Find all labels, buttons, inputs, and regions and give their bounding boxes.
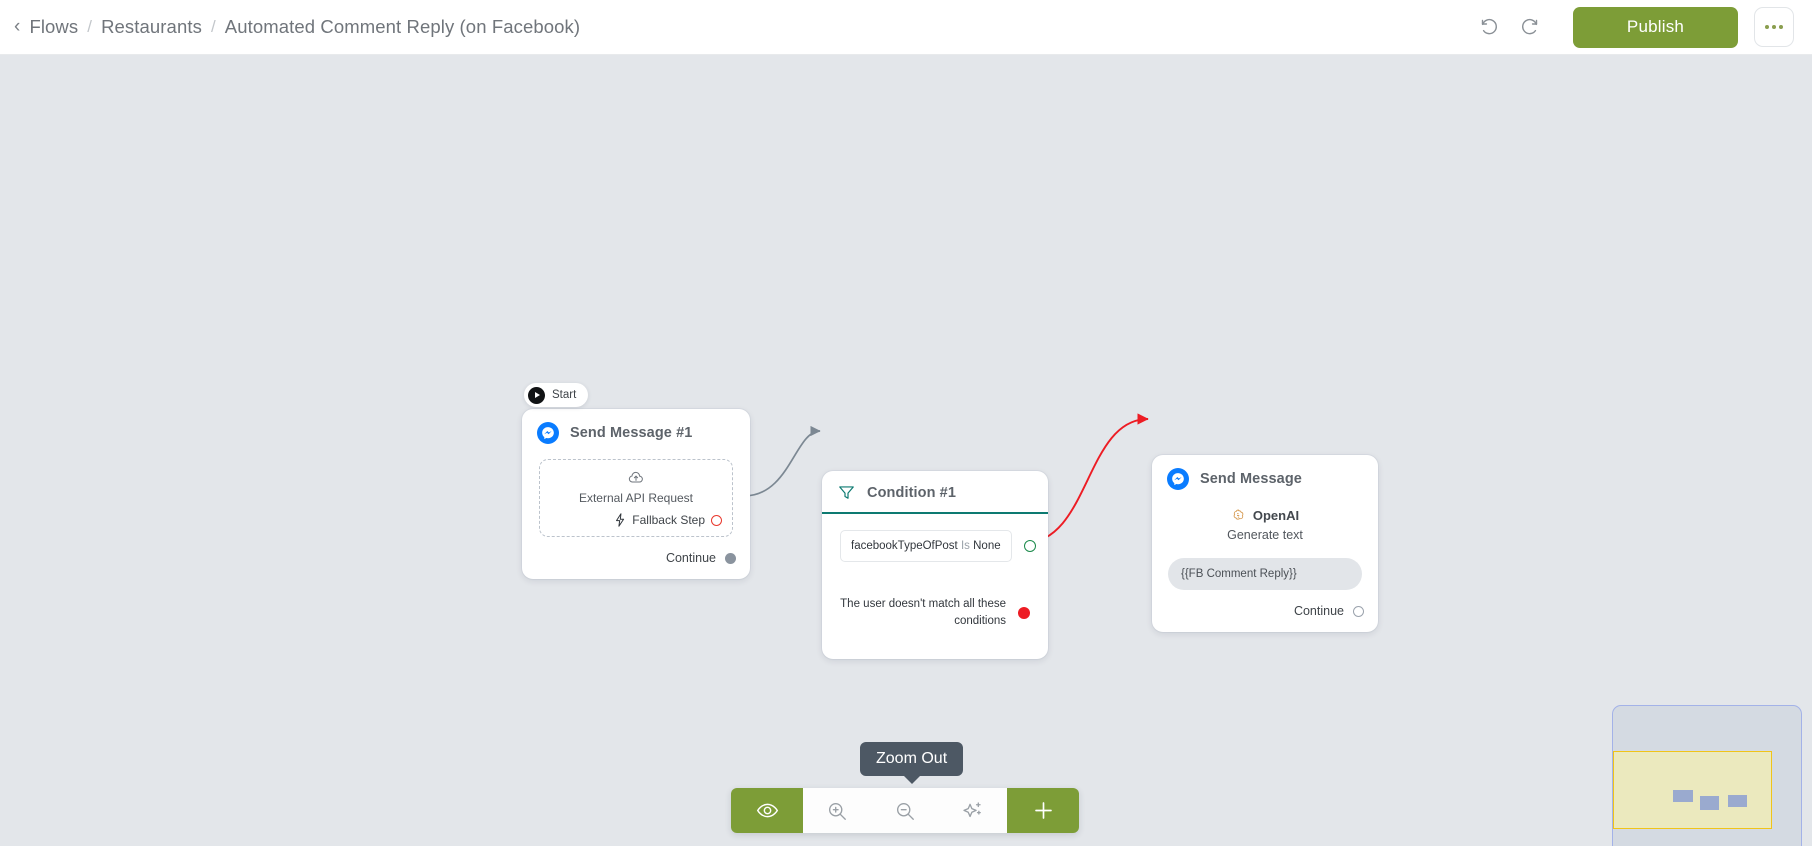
edge-send1-to-condition: [743, 425, 821, 497]
sparkle-icon: [962, 802, 981, 818]
node-body: OpenAI Generate text {{FB Comment Reply}…: [1152, 502, 1378, 590]
node-body: facebookTypeOfPost Is None: [822, 514, 1048, 562]
breadcrumb: ‹ Flows / Restaurants / Automated Commen…: [14, 16, 580, 38]
breadcrumb-item-current: Automated Comment Reply (on Facebook): [224, 16, 581, 37]
openai-icon: [1233, 509, 1244, 520]
zoom-out-button[interactable]: [871, 788, 939, 833]
node-title: Condition #1: [867, 484, 956, 501]
integration-row: OpenAI: [1168, 508, 1362, 523]
start-label: Start: [552, 389, 577, 401]
node-condition-1[interactable]: Condition #1 facebookTypeOfPost Is None …: [822, 471, 1048, 660]
message-bubble[interactable]: {{FB Comment Reply}}: [1168, 558, 1362, 590]
zoom-out-icon: [896, 802, 914, 820]
flow-edges: [743, 413, 1149, 544]
more-horizontal-icon: [1765, 25, 1769, 29]
top-bar: ‹ Flows / Restaurants / Automated Commen…: [0, 0, 1812, 55]
condition-field: facebookTypeOfPost: [851, 540, 958, 552]
more-horizontal-icon: [1779, 25, 1783, 29]
ai-magic-button[interactable]: [939, 788, 1007, 833]
back-chevron-icon[interactable]: ‹: [14, 17, 20, 36]
canvas-toolbar: [731, 788, 1079, 833]
node-footer-continue[interactable]: Continue: [522, 537, 750, 579]
condition-expression[interactable]: facebookTypeOfPost Is None: [840, 530, 1012, 562]
flow-canvas[interactable]: Start Send Message #1 External API Reque…: [0, 55, 1812, 846]
zoom-out-tooltip: Zoom Out: [860, 742, 964, 776]
more-options-button[interactable]: [1754, 7, 1794, 47]
breadcrumb-item-restaurants[interactable]: Restaurants: [101, 16, 202, 38]
condition-fallback-port-red-dot[interactable]: [1018, 606, 1030, 619]
more-horizontal-icon: [1772, 25, 1776, 29]
fallback-port-red-ring[interactable]: [711, 514, 722, 526]
minimap[interactable]: [1612, 705, 1802, 846]
publish-button[interactable]: Publish: [1573, 6, 1738, 48]
integration-name: OpenAI: [1252, 508, 1300, 523]
node-title: Send Message #1: [570, 425, 693, 441]
condition-fallback-label: The user doesn't match all these conditi…: [840, 598, 1006, 627]
condition-fallback-row[interactable]: The user doesn't match all these conditi…: [822, 596, 1048, 629]
external-api-request-block[interactable]: External API Request Fallback Step: [539, 459, 733, 537]
play-icon: [528, 386, 545, 404]
condition-value: None: [973, 540, 1001, 552]
add-step-button[interactable]: [1007, 788, 1079, 833]
condition-row[interactable]: facebookTypeOfPost Is None: [840, 530, 1036, 562]
node-title: Send Message: [1200, 471, 1302, 487]
node-body: External API Request Fallback Step: [522, 456, 750, 537]
redo-icon: [1521, 18, 1537, 34]
top-bar-actions: Publish: [1469, 6, 1794, 48]
breadcrumb-separator: /: [210, 17, 216, 36]
continue-port-gray-dot[interactable]: [725, 552, 736, 564]
cloud-upload-icon: [628, 471, 643, 483]
minimap-node: [1673, 790, 1693, 802]
node-send-message-1[interactable]: Send Message #1 External API Request Fal…: [522, 409, 750, 579]
start-node[interactable]: Start: [524, 383, 589, 407]
node-header: Send Message #1: [522, 409, 750, 456]
minimap-node: [1700, 796, 1719, 810]
condition-operator: Is: [960, 540, 970, 552]
fallback-step-label: Fallback Step: [632, 513, 705, 527]
messenger-icon: [537, 422, 559, 444]
continue-label: Continue: [1293, 604, 1344, 618]
continue-port-gray-ring[interactable]: [1353, 605, 1364, 617]
external-api-request-label: External API Request: [578, 491, 694, 505]
redo-button[interactable]: [1509, 7, 1549, 47]
minimap-node: [1728, 795, 1747, 807]
undo-icon: [1481, 18, 1497, 34]
breadcrumb-item-flows[interactable]: Flows: [29, 16, 78, 38]
node-send-message-2[interactable]: Send Message OpenAI Generate text {{FB C…: [1152, 455, 1378, 632]
condition-port-green-ring[interactable]: [1023, 540, 1036, 552]
zoom-in-button[interactable]: [803, 788, 871, 833]
eye-icon: [756, 803, 778, 818]
continue-label: Continue: [665, 551, 716, 565]
undo-button[interactable]: [1469, 7, 1509, 47]
filter-funnel-icon: [839, 486, 854, 499]
lightning-icon: [616, 513, 625, 527]
fallback-step-row[interactable]: Fallback Step: [550, 513, 722, 527]
node-footer-continue[interactable]: Continue: [1152, 590, 1378, 632]
node-header: Condition #1: [822, 471, 1048, 514]
zoom-in-icon: [828, 802, 846, 820]
plus-icon: [1034, 802, 1052, 819]
messenger-icon: [1167, 468, 1189, 490]
preview-button[interactable]: [731, 788, 803, 833]
integration-action-label: Generate text: [1227, 528, 1303, 542]
node-header: Send Message: [1152, 455, 1378, 502]
breadcrumb-separator: /: [87, 17, 93, 36]
